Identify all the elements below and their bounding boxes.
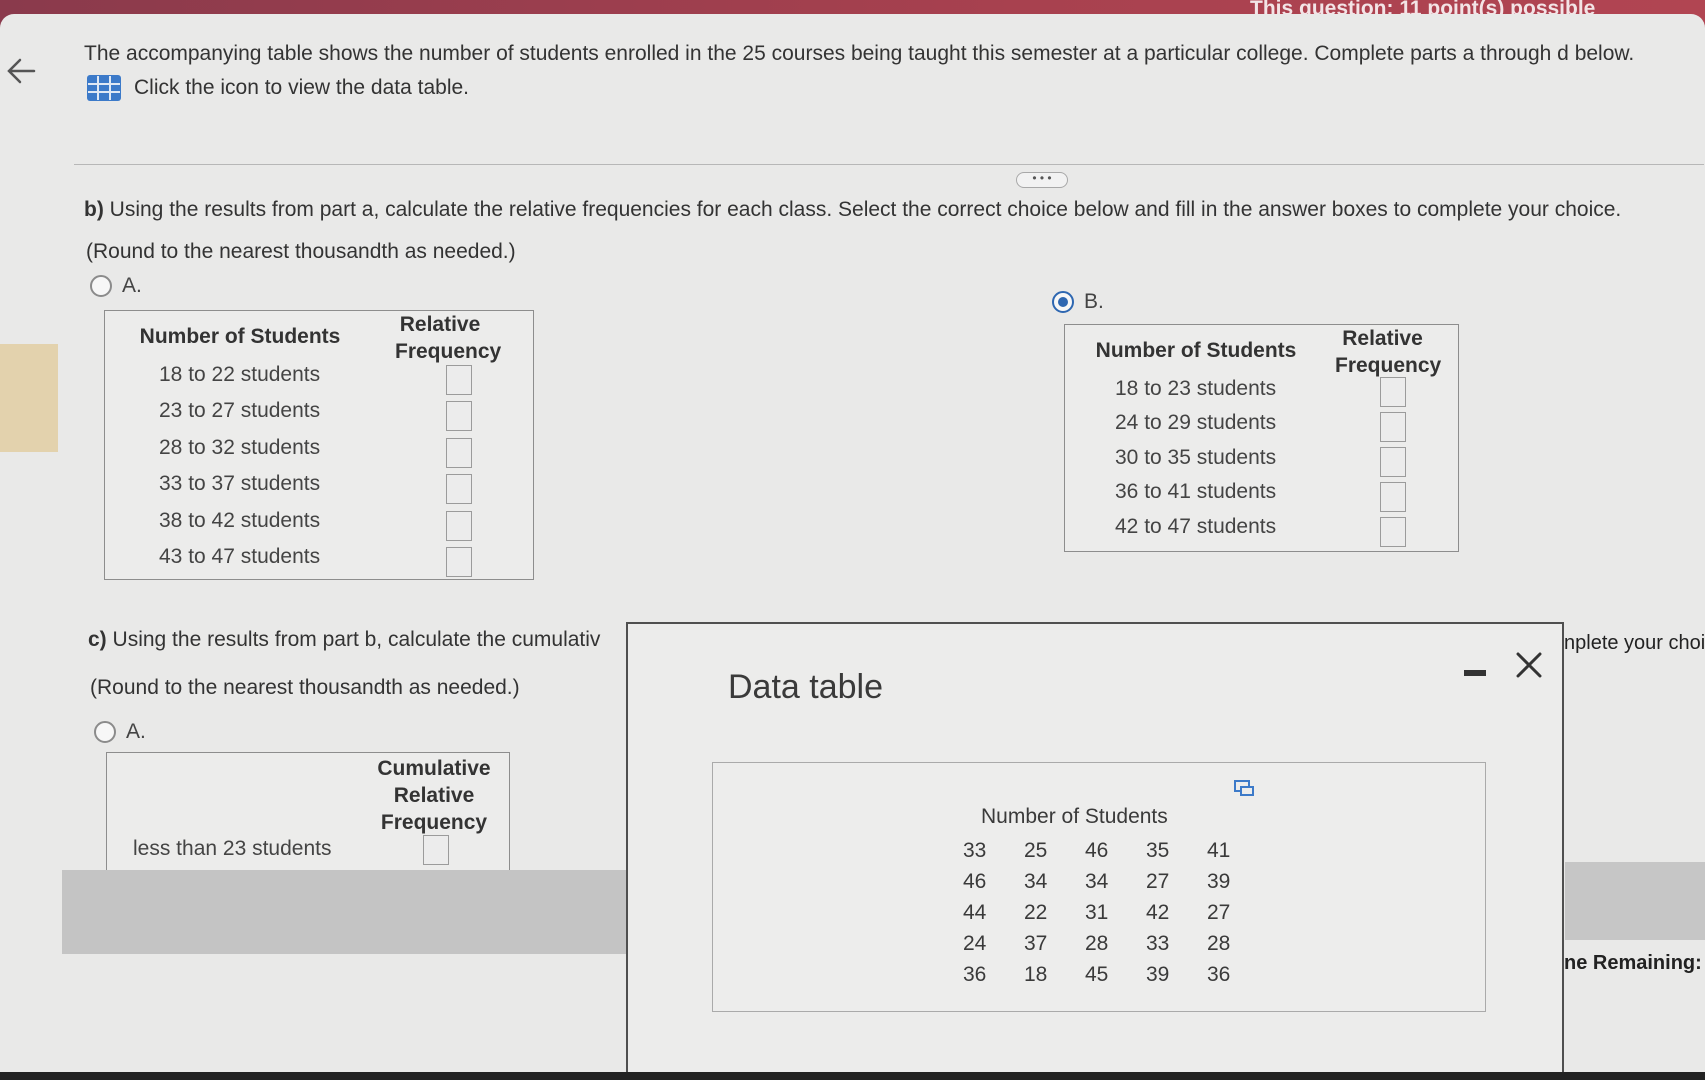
- data-cell: 45: [1085, 963, 1109, 986]
- answer-box[interactable]: [446, 547, 472, 577]
- part-b-round-note: (Round to the nearest thousandth as need…: [86, 240, 516, 263]
- col-header-rel-freq: Relative Frequency: [395, 313, 502, 363]
- answer-box[interactable]: [1380, 517, 1406, 547]
- table-row-label: less than 23 students: [133, 837, 332, 860]
- table-row-label: 33 to 37 students: [159, 472, 321, 495]
- answer-box[interactable]: [446, 438, 472, 468]
- copy-icon[interactable]: [1233, 779, 1255, 797]
- data-cell: 39: [1207, 870, 1231, 893]
- minimize-button[interactable]: [1464, 670, 1486, 676]
- data-cell: 24: [963, 932, 987, 955]
- data-table-header: Number of Students: [981, 805, 1168, 828]
- answer-box[interactable]: [446, 511, 472, 541]
- data-table-link-label: Click the icon to view the data table.: [134, 76, 470, 99]
- data-cell: 33: [963, 839, 987, 862]
- answer-box[interactable]: [446, 474, 472, 504]
- gray-band-right: [1565, 862, 1705, 940]
- table-row-label: 28 to 32 students: [159, 436, 321, 459]
- table-row-label: 43 to 47 students: [159, 545, 321, 568]
- answer-box[interactable]: [446, 365, 472, 395]
- answer-box[interactable]: [423, 835, 449, 865]
- back-arrow-icon[interactable]: [4, 54, 38, 88]
- data-cell: 46: [963, 870, 987, 893]
- expand-ellipsis-button[interactable]: • • •: [1016, 172, 1068, 188]
- part-b-prompt: b) Using the results from part a, calcul…: [84, 198, 1621, 222]
- data-cell: 46: [1085, 839, 1109, 862]
- data-cell: 36: [963, 963, 987, 986]
- part-c-choice-a[interactable]: A.: [94, 720, 146, 744]
- table-row-label: 42 to 47 students: [1115, 515, 1277, 538]
- data-cell: 25: [1024, 839, 1048, 862]
- gray-band: [62, 870, 632, 954]
- data-table-modal: Data table Number of Students 33 25 46 3…: [626, 622, 1564, 1080]
- radio-button[interactable]: [90, 275, 112, 297]
- part-b-prompt-text: Using the results from part a, calculate…: [109, 198, 1622, 221]
- data-cell: 35: [1146, 839, 1170, 862]
- radio-button-selected[interactable]: [1052, 291, 1074, 313]
- bottom-edge: [0, 1072, 1705, 1080]
- table-row-label: 23 to 27 students: [159, 399, 321, 422]
- part-c-prompt: c) Using the results from part b, calcul…: [88, 628, 600, 652]
- data-cell: 33: [1146, 932, 1170, 955]
- radio-button[interactable]: [94, 721, 116, 743]
- col-header-cum-rel-freq: Cumulative Relative Frequency: [377, 757, 491, 834]
- intro-text: The accompanying table shows the number …: [84, 42, 1635, 65]
- part-c-choice-a-table: Cumulative Relative Frequency less than …: [106, 752, 510, 870]
- data-table-link[interactable]: Click the icon to view the data table.: [86, 74, 469, 102]
- table-row-label: 18 to 22 students: [159, 363, 321, 386]
- table-row-label: 30 to 35 students: [1115, 446, 1277, 469]
- data-cell: 41: [1207, 839, 1231, 862]
- data-cell: 34: [1085, 870, 1109, 893]
- part-c-round-note: (Round to the nearest thousandth as need…: [90, 676, 520, 699]
- part-b-choice-a[interactable]: A.: [90, 274, 142, 298]
- data-cell: 44: [963, 901, 987, 924]
- data-cell: 27: [1146, 870, 1170, 893]
- table-row-label: 24 to 29 students: [1115, 411, 1277, 434]
- choice-b-table: Number of Students Relative Frequency 18…: [1064, 324, 1459, 552]
- data-cell: 37: [1024, 932, 1048, 955]
- data-table-box: Number of Students 33 25 46 35 41 46 34 …: [712, 762, 1486, 1012]
- choice-a-label: A.: [122, 274, 142, 297]
- answer-box[interactable]: [1380, 377, 1406, 407]
- part-c-prompt-fragment: nplete your choi: [1564, 632, 1705, 654]
- col-header-number: Number of Students: [1095, 339, 1297, 362]
- data-cell: 28: [1085, 932, 1109, 955]
- choice-a-label: A.: [126, 720, 146, 743]
- close-icon[interactable]: [1514, 650, 1544, 680]
- data-cell: 42: [1146, 901, 1170, 924]
- answer-box[interactable]: [1380, 447, 1406, 477]
- data-cell: 22: [1024, 901, 1048, 924]
- part-b-choice-b[interactable]: B.: [1052, 290, 1104, 314]
- data-cell: 27: [1207, 901, 1231, 924]
- col-header-rel-freq: Relative Frequency: [1335, 327, 1442, 377]
- side-tab: [0, 344, 58, 452]
- answer-box[interactable]: [1380, 412, 1406, 442]
- data-cell: 28: [1207, 932, 1231, 955]
- data-cell: 34: [1024, 870, 1048, 893]
- table-row-label: 18 to 23 students: [1115, 377, 1277, 400]
- modal-title: Data table: [728, 668, 883, 706]
- choice-a-table: Number of Students Relative Frequency 18…: [104, 310, 534, 580]
- data-cell: 31: [1085, 901, 1109, 924]
- choice-b-label: B.: [1084, 290, 1104, 313]
- data-cell: 36: [1207, 963, 1231, 986]
- table-row-label: 38 to 42 students: [159, 509, 321, 532]
- data-cell: 39: [1146, 963, 1170, 986]
- part-c-label: c): [88, 628, 107, 651]
- answer-box[interactable]: [1380, 482, 1406, 512]
- answer-box[interactable]: [446, 401, 472, 431]
- section-divider: [74, 164, 1704, 165]
- part-c-prompt-text: Using the results from part b, calculate…: [112, 628, 601, 651]
- data-grid: 33 25 46 35 41 46 34 34 27 39 44 22 31 4…: [963, 839, 1268, 987]
- data-cell: 18: [1024, 963, 1048, 986]
- part-b-label: b): [84, 198, 104, 221]
- table-row-label: 36 to 41 students: [1115, 480, 1277, 503]
- col-header-number: Number of Students: [139, 325, 341, 348]
- table-grid-icon[interactable]: [86, 74, 122, 102]
- time-remaining-fragment: ne Remaining:: [1564, 952, 1702, 974]
